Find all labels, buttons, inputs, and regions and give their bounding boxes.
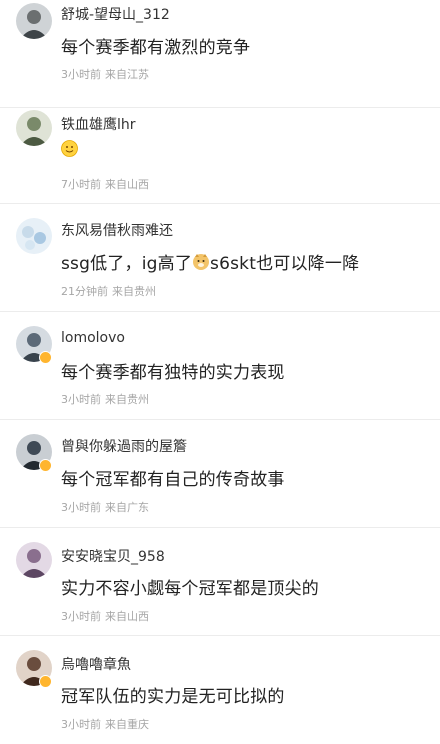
vip-badge-icon bbox=[39, 351, 52, 364]
avatar[interactable] bbox=[16, 3, 52, 39]
comment-time: 3小时前 bbox=[61, 501, 101, 514]
username[interactable]: 铁血雄鹰lhr bbox=[61, 114, 136, 134]
comment-item: 舒城-望母山_312 每个赛季都有激烈的竞争 3小时前 来自江苏 bbox=[0, 0, 440, 108]
username[interactable]: 安安晓宝贝_958 bbox=[61, 546, 165, 566]
avatar[interactable] bbox=[16, 218, 52, 254]
username[interactable]: 烏嚕嚕章魚 bbox=[61, 654, 131, 674]
username[interactable]: lomolovo bbox=[61, 330, 125, 346]
comment-location: 来自江苏 bbox=[105, 68, 149, 81]
comment-time: 3小时前 bbox=[61, 393, 101, 406]
vip-badge-icon bbox=[39, 675, 52, 688]
smile-emoji-icon bbox=[61, 140, 78, 157]
comment-item: lomolovo 每个赛季都有独特的实力表现 3小时前 来自贵州 bbox=[0, 312, 440, 420]
comment-location: 来自山西 bbox=[105, 610, 149, 623]
comment-meta: 3小时前 来自广东 bbox=[61, 499, 149, 515]
comment-time: 3小时前 bbox=[61, 68, 101, 81]
username[interactable]: 东风易借秋雨难还 bbox=[61, 220, 173, 240]
vip-badge-icon bbox=[39, 459, 52, 472]
comment-item: 曾與你躲過雨的屋簷 每个冠军都有自己的传奇故事 3小时前 来自广东 bbox=[0, 420, 440, 528]
comment-location: 来自广东 bbox=[105, 501, 149, 514]
comment-item: 东风易借秋雨难还 ssg低了，ig高了 s6skt也可以降一降 21分钟前 来自贵州 bbox=[0, 204, 440, 312]
username[interactable]: 舒城-望母山_312 bbox=[61, 4, 170, 24]
comment-meta: 3小时前 来自贵州 bbox=[61, 391, 149, 407]
comment-list: 舒城-望母山_312 每个赛季都有激烈的竞争 3小时前 来自江苏 铁血雄鹰lhr … bbox=[0, 0, 440, 731]
comment-text: ssg低了，ig高了 s6skt也可以降一降 bbox=[61, 249, 359, 274]
comment-location: 来自山西 bbox=[105, 178, 149, 191]
comment-location: 来自贵州 bbox=[105, 393, 149, 406]
comment-time: 3小时前 bbox=[61, 718, 101, 731]
comment-time: 21分钟前 bbox=[61, 285, 108, 298]
username[interactable]: 曾與你躲過雨的屋簷 bbox=[61, 436, 187, 456]
comment-location: 来自贵州 bbox=[112, 285, 156, 298]
comment-meta: 3小时前 来自山西 bbox=[61, 608, 149, 624]
comment-text: 实力不容小觑每个冠军都是顶尖的 bbox=[61, 579, 319, 599]
comment-time: 7小时前 bbox=[61, 178, 101, 191]
comment-location: 来自重庆 bbox=[105, 718, 149, 731]
avatar[interactable] bbox=[16, 542, 52, 578]
comment-meta: 3小时前 来自江苏 bbox=[61, 66, 149, 82]
comment-text: 每个赛季都有独特的实力表现 bbox=[61, 363, 285, 383]
comment-text: 冠军队伍的实力是无可比拟的 bbox=[61, 687, 285, 707]
avatar[interactable] bbox=[16, 110, 52, 146]
comment-item: 安安晓宝贝_958 实力不容小觑每个冠军都是顶尖的 3小时前 来自山西 bbox=[0, 528, 440, 636]
comment-item: 铁血雄鹰lhr 7小时前 来自山西 bbox=[0, 96, 440, 204]
doge-emoji-icon bbox=[192, 253, 210, 271]
comment-meta: 21分钟前 来自贵州 bbox=[61, 283, 156, 299]
comment-text-part: ssg低了，ig高了 bbox=[61, 254, 193, 274]
comment-text: 每个赛季都有激烈的竞争 bbox=[61, 38, 251, 58]
comment-time: 3小时前 bbox=[61, 610, 101, 623]
comment-text-part: s6skt也可以降一降 bbox=[210, 254, 360, 274]
comment-meta: 3小时前 来自重庆 bbox=[61, 716, 149, 732]
comment-text: 每个冠军都有自己的传奇故事 bbox=[61, 470, 285, 490]
comment-meta: 7小时前 来自山西 bbox=[61, 176, 149, 192]
comment-text bbox=[61, 140, 78, 160]
